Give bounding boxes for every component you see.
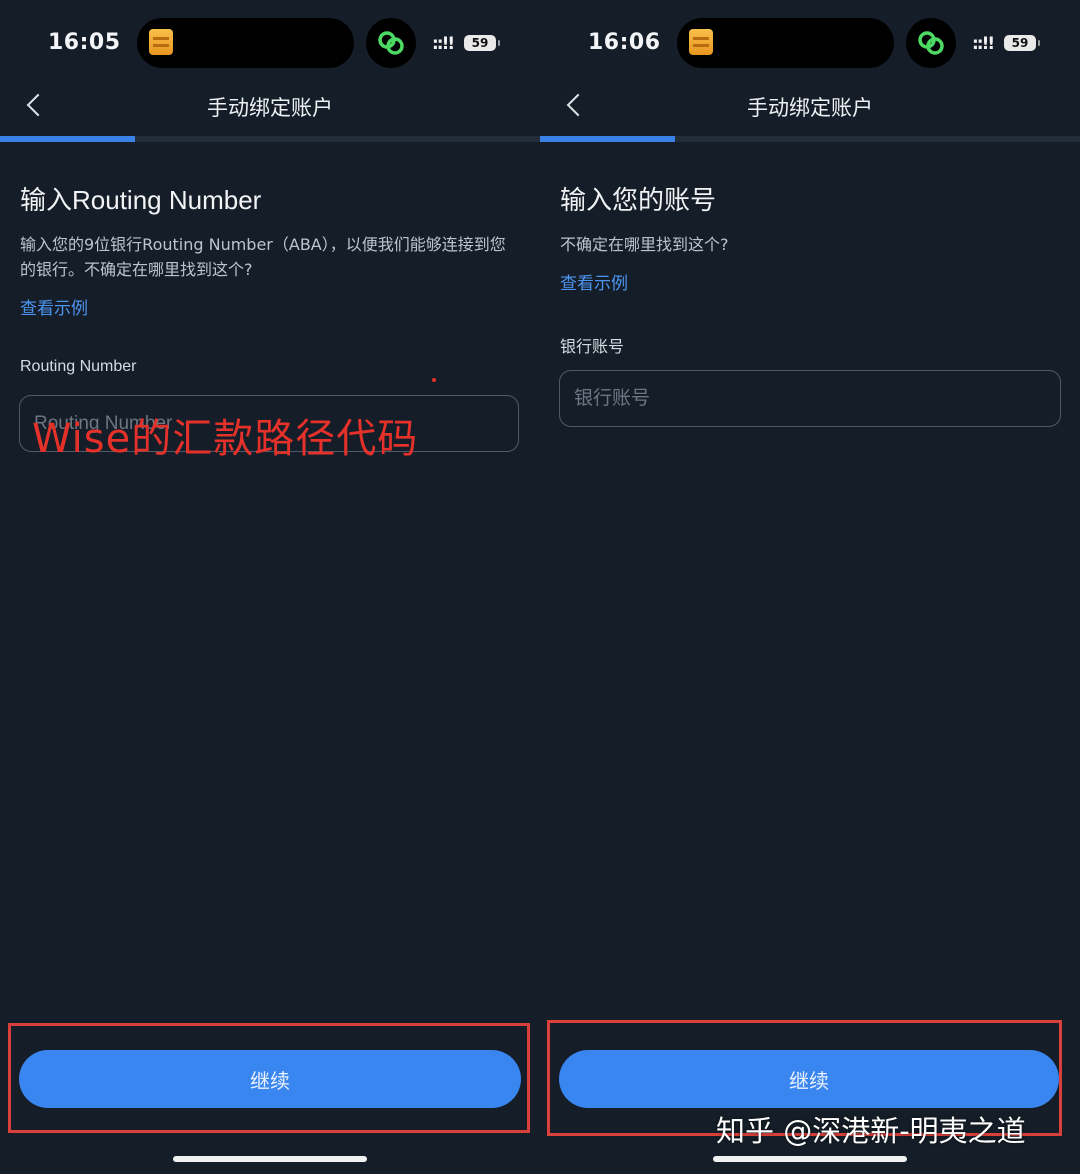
home-indicator[interactable]	[713, 1156, 907, 1162]
view-example-link[interactable]: 查看示例	[20, 294, 88, 319]
view-example-link[interactable]: 查看示例	[560, 269, 628, 294]
battery-icon: 59	[1004, 35, 1040, 51]
step-heading: 输入您的账号	[560, 185, 717, 215]
live-activity-bubble[interactable]	[366, 18, 416, 68]
signal-icon: ::!!	[432, 34, 455, 54]
signal-icon: ::!!	[972, 34, 995, 54]
status-time: 16:06	[588, 30, 661, 55]
battery-icon: 59	[464, 35, 500, 51]
step-heading: 输入Routing Number	[20, 185, 262, 215]
page-title: 手动绑定账户	[207, 96, 333, 120]
progress-bar	[540, 136, 1080, 142]
app-icon	[689, 29, 713, 55]
nav-bar: 手动绑定账户	[0, 80, 540, 130]
status-bar: 16:05 ::!! 59	[0, 18, 540, 68]
progress-fill	[540, 136, 675, 142]
annotation-text: Wise的汇款路径代码	[32, 416, 419, 462]
page-title: 手动绑定账户	[747, 96, 873, 120]
continue-button[interactable]: 继续	[19, 1050, 521, 1108]
progress-fill	[0, 136, 135, 142]
watermark: 知乎 @深港新-明夷之道	[716, 1114, 1026, 1148]
annotation-dot	[432, 378, 436, 382]
app-icon	[149, 29, 173, 55]
status-time: 16:05	[48, 30, 121, 55]
link-icon	[378, 31, 404, 55]
home-indicator[interactable]	[173, 1156, 367, 1162]
right-screen: 16:06 ::!! 59 手动绑定账户 输入您的账号 不确定在哪里找到这个? …	[540, 0, 1080, 1174]
dynamic-island[interactable]	[137, 18, 354, 68]
link-icon	[918, 31, 944, 55]
account-number-label: 银行账号	[560, 339, 625, 356]
routing-number-label: Routing Number	[20, 358, 137, 375]
live-activity-bubble[interactable]	[906, 18, 956, 68]
step-description: 不确定在哪里找到这个?	[560, 235, 729, 254]
left-screen: 16:05 ::!! 59 手动绑定账户 输入Routing Number 输入…	[0, 0, 540, 1174]
status-bar: 16:06 ::!! 59	[540, 18, 1080, 68]
nav-bar: 手动绑定账户	[540, 80, 1080, 130]
account-number-input[interactable]	[559, 370, 1061, 427]
progress-bar	[0, 136, 540, 142]
continue-button[interactable]: 继续	[559, 1050, 1059, 1108]
step-description: 输入您的9位银行Routing Number（ABA），以便我们能够连接到您的银…	[20, 235, 506, 279]
dynamic-island[interactable]	[677, 18, 894, 68]
